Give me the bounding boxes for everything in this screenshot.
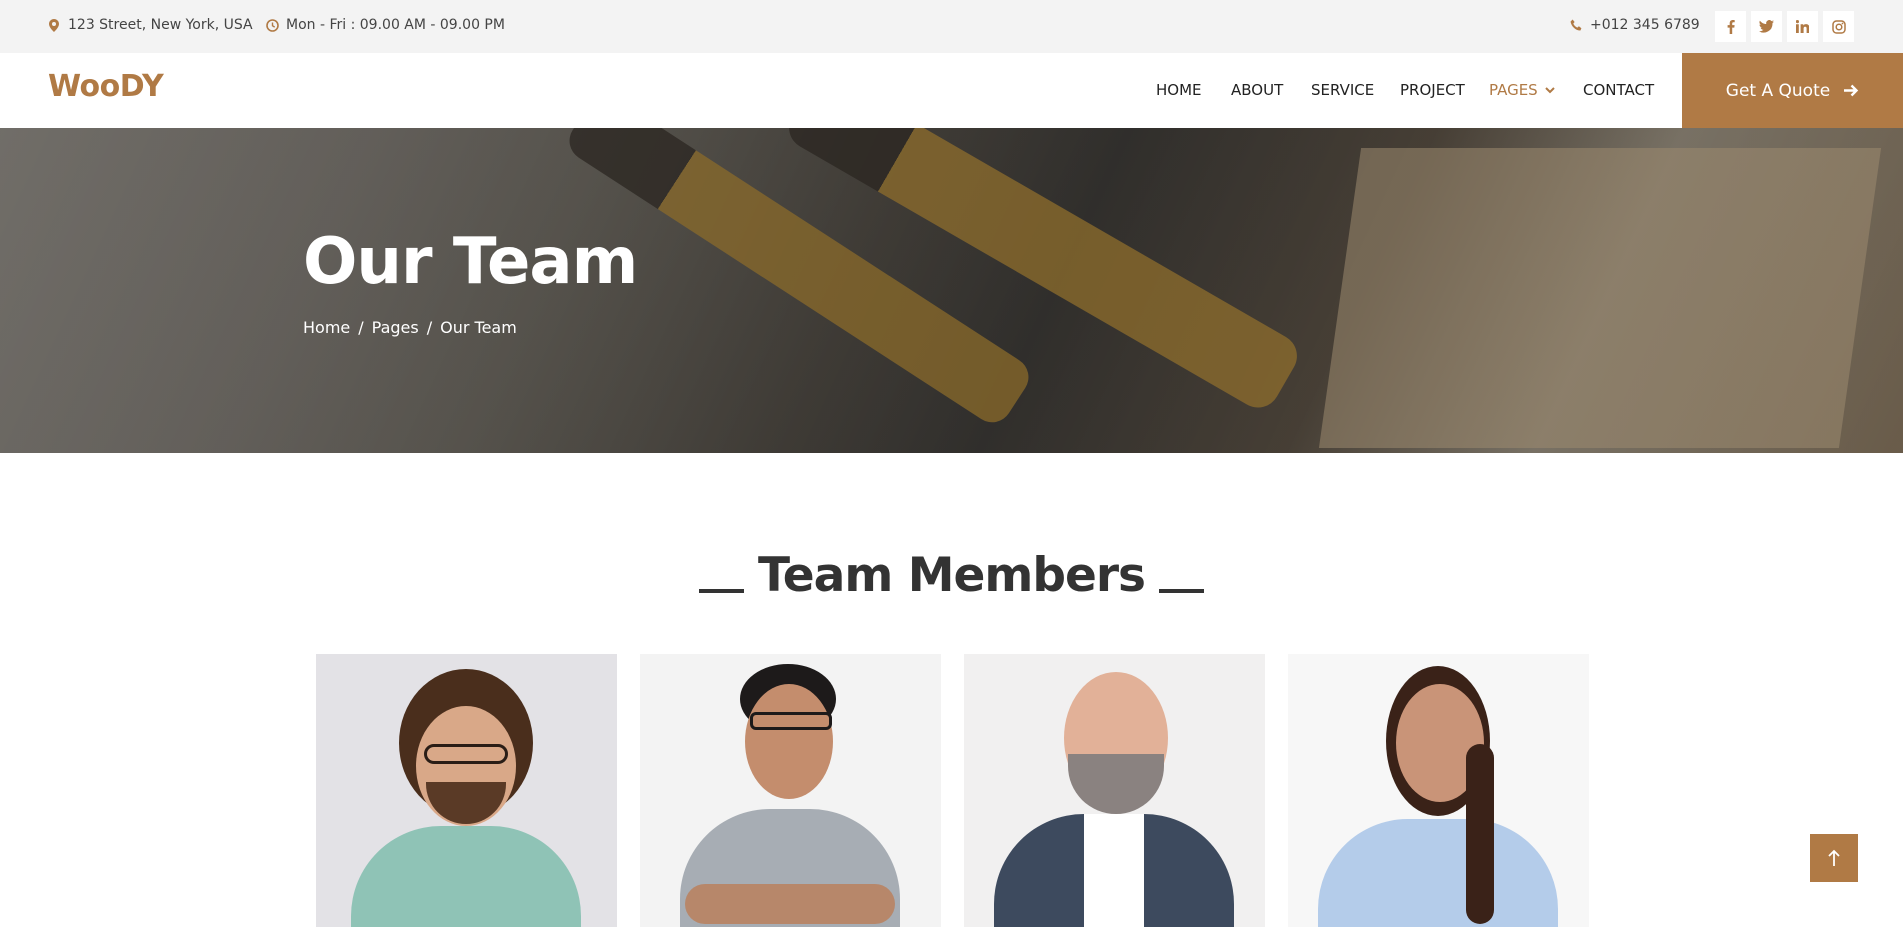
title-decor-right bbox=[1159, 588, 1205, 593]
arrow-up-icon bbox=[1828, 849, 1840, 866]
hours-info: Mon - Fri : 09.00 AM - 09.00 PM bbox=[265, 17, 505, 33]
facebook-icon[interactable] bbox=[1715, 11, 1746, 42]
phone-info[interactable]: +012 345 6789 bbox=[1569, 17, 1700, 33]
map-marker-icon bbox=[47, 18, 61, 32]
team-card[interactable] bbox=[964, 654, 1265, 927]
shirt bbox=[1084, 814, 1144, 927]
braid bbox=[1466, 744, 1494, 924]
linkedin-icon[interactable] bbox=[1787, 11, 1818, 42]
nav-item-pages[interactable]: PAGES bbox=[1489, 81, 1555, 99]
hours-text: Mon - Fri : 09.00 AM - 09.00 PM bbox=[286, 17, 505, 33]
breadcrumb: Home / Pages / Our Team bbox=[303, 318, 517, 337]
team-card[interactable] bbox=[316, 654, 617, 927]
phone-icon bbox=[1569, 18, 1583, 32]
clock-icon bbox=[265, 18, 279, 32]
nav-item-about[interactable]: ABOUT bbox=[1231, 81, 1283, 99]
social-links bbox=[1715, 11, 1854, 42]
crossed-arms bbox=[685, 884, 895, 924]
hero-wood-block bbox=[1318, 148, 1882, 448]
breadcrumb-current: Our Team bbox=[440, 318, 517, 337]
page-header-hero: Our Team Home / Pages / Our Team bbox=[0, 128, 1903, 453]
address-text: 123 Street, New York, USA bbox=[68, 17, 253, 33]
glasses-icon bbox=[424, 744, 508, 764]
nav-item-contact[interactable]: CONTACT bbox=[1583, 81, 1654, 99]
team-card[interactable] bbox=[1288, 654, 1589, 927]
site-logo[interactable]: WooDY bbox=[48, 69, 164, 104]
back-to-top-button[interactable] bbox=[1810, 834, 1858, 882]
chevron-down-icon bbox=[1545, 86, 1555, 93]
address-info: 123 Street, New York, USA bbox=[47, 17, 253, 33]
nav-item-home[interactable]: HOME bbox=[1156, 81, 1202, 99]
get-quote-label: Get A Quote bbox=[1725, 80, 1831, 101]
breadcrumb-separator: / bbox=[358, 318, 364, 337]
breadcrumb-home[interactable]: Home bbox=[303, 318, 350, 337]
face bbox=[745, 684, 833, 799]
main-navbar: WooDY HOME ABOUT SERVICE PROJECT PAGES C… bbox=[0, 53, 1903, 128]
glasses-icon bbox=[750, 712, 832, 730]
instagram-icon[interactable] bbox=[1823, 11, 1854, 42]
get-quote-button[interactable]: Get A Quote bbox=[1682, 53, 1903, 128]
topbar: 123 Street, New York, USA Mon - Fri : 09… bbox=[0, 0, 1903, 53]
phone-text: +012 345 6789 bbox=[1590, 17, 1700, 33]
team-section-heading: Team Members bbox=[0, 548, 1903, 603]
title-decor-left bbox=[698, 588, 744, 593]
breadcrumb-pages[interactable]: Pages bbox=[372, 318, 419, 337]
breadcrumb-separator: / bbox=[426, 318, 433, 337]
nav-item-service[interactable]: SERVICE bbox=[1311, 81, 1374, 99]
nav-item-project[interactable]: PROJECT bbox=[1400, 81, 1465, 99]
arrow-right-icon bbox=[1844, 84, 1859, 97]
team-card[interactable] bbox=[640, 654, 941, 927]
nav-item-pages-label: PAGES bbox=[1489, 81, 1538, 99]
twitter-icon[interactable] bbox=[1751, 11, 1782, 42]
section-title: Team Members bbox=[757, 548, 1146, 603]
team-grid bbox=[316, 654, 1589, 927]
page-title: Our Team bbox=[303, 225, 638, 299]
